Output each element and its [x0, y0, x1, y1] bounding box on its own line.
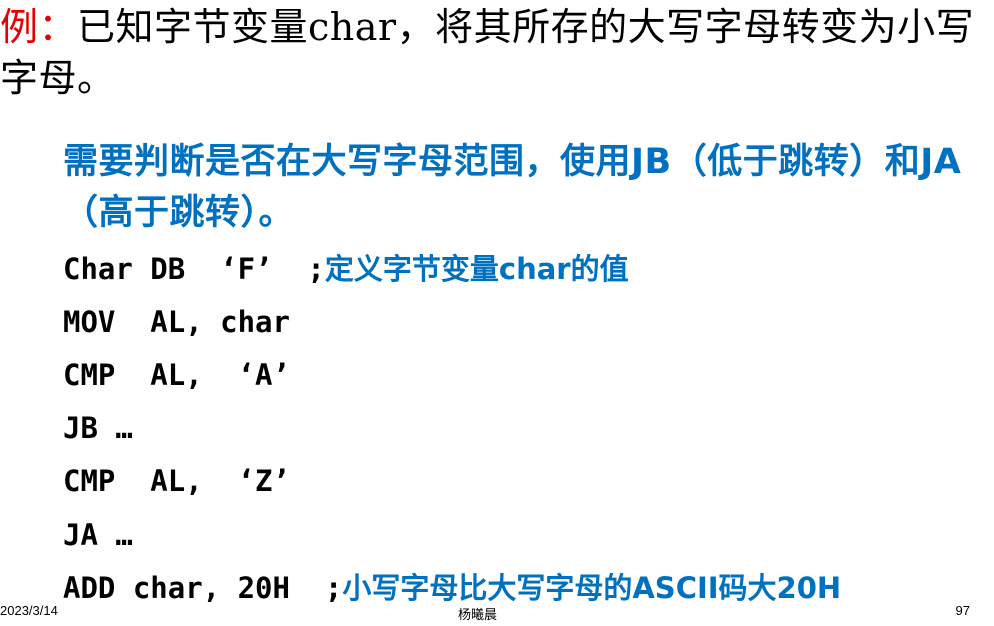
- title-text: 已知字节变量char，将其所存的大写字母转变为小写字母。: [0, 5, 975, 100]
- code-text: ADD char, 20H ;: [63, 571, 343, 605]
- code-line-3: CMP AL, ‘A’: [63, 358, 290, 392]
- code-text: JB …: [63, 411, 133, 445]
- footer-page-number: 97: [955, 603, 970, 618]
- code-text: MOV AL, char: [63, 305, 290, 339]
- code-line-5: CMP AL, ‘Z’: [63, 464, 290, 498]
- code-line-7: ADD char, 20H ;小写字母比大写字母的ASCII码大20H: [63, 571, 841, 605]
- code-text: CMP AL, ‘A’: [63, 358, 290, 392]
- slide: 例：已知字节变量char，将其所存的大写字母转变为小写字母。 需要判断是否在大写…: [0, 0, 994, 626]
- code-line-4: JB …: [63, 411, 133, 445]
- code-line-6: JA …: [63, 518, 133, 552]
- code-text: Char DB ‘F’ ;: [63, 252, 325, 286]
- code-line-2: MOV AL, char: [63, 305, 290, 339]
- footer-author: 杨曦晨: [458, 608, 498, 623]
- code-line-1: Char DB ‘F’ ;定义字节变量char的值: [63, 252, 629, 286]
- slide-title: 例：已知字节变量char，将其所存的大写字母转变为小写字母。: [0, 2, 990, 104]
- hint-note: 需要判断是否在大写字母范围，使用JB（低于跳转）和JA（高于跳转）。: [63, 142, 962, 233]
- code-comment: 定义字节变量char的值: [324, 252, 629, 286]
- code-text: CMP AL, ‘Z’: [63, 464, 290, 498]
- code-text: JA …: [63, 518, 133, 552]
- example-prefix: 例：: [0, 5, 78, 49]
- footer-date: 2023/3/14: [0, 603, 58, 618]
- code-comment: 小写字母比大写字母的ASCII码大20H: [342, 571, 842, 605]
